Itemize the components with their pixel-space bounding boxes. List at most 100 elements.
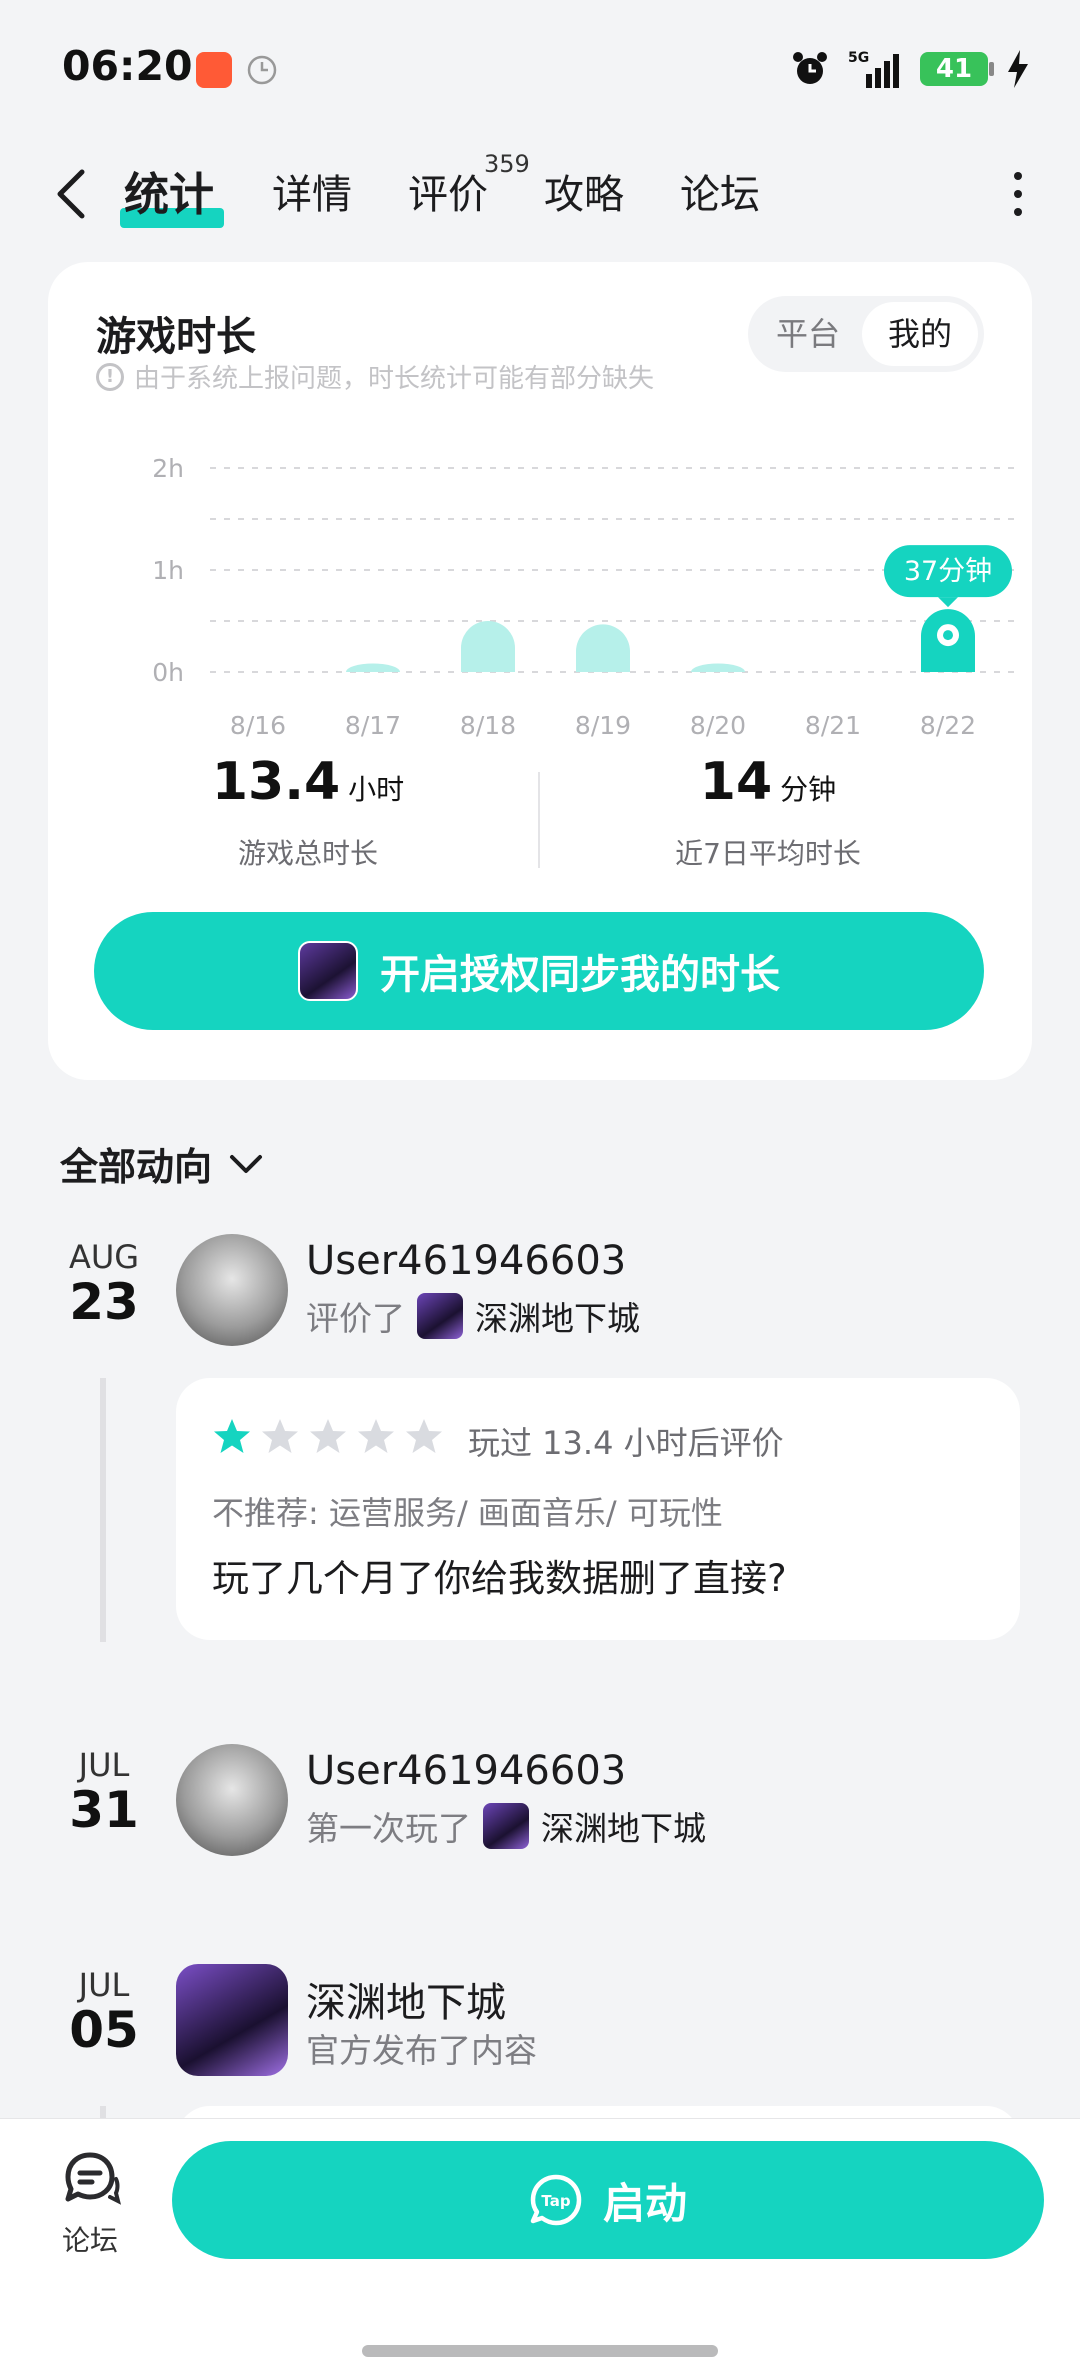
user-name[interactable]: User461946603	[306, 1748, 626, 1794]
tooltip-pointer	[938, 597, 958, 608]
feed-date: AUG 23	[52, 1238, 156, 1329]
x-tick-label: 8/17	[345, 711, 401, 740]
tab-guides[interactable]: 攻略	[544, 162, 624, 220]
game-avatar[interactable]	[176, 1964, 288, 2076]
tooltip-label: 37分钟	[904, 556, 992, 587]
action-text: 评价了	[306, 1299, 405, 1338]
tab-stats[interactable]: 统计	[124, 158, 214, 223]
y-tick-label: 1h	[152, 556, 184, 585]
game-name[interactable]: 深渊地下城	[475, 1292, 640, 1340]
home-indicator	[362, 2345, 718, 2357]
total-unit: 小时	[348, 773, 405, 806]
y-tick-label: 2h	[152, 454, 184, 483]
toggle-platform[interactable]: 平台	[754, 302, 862, 366]
star-icon	[406, 1419, 442, 1453]
average-playtime: 14 分钟 近7日平均时长	[548, 752, 988, 872]
feed-date: JUL 31	[52, 1746, 156, 1837]
average-value: 14	[699, 752, 773, 812]
total-playtime: 13.4 小时 游戏总时长	[88, 752, 528, 872]
sync-button-label: 开启授权同步我的时长	[380, 952, 780, 998]
top-navigation: 统计 详情 评价 359 攻略 论坛	[0, 140, 1080, 250]
svg-text:Tap: Tap	[541, 2192, 570, 2210]
card-title: 游戏时长	[96, 314, 256, 360]
average-label: 近7日平均时长	[675, 837, 861, 870]
charging-icon	[1008, 50, 1028, 88]
tab-forum[interactable]: 论坛	[680, 162, 760, 220]
x-tick-label: 8/20	[690, 711, 746, 740]
chevron-down-icon	[230, 1154, 263, 1173]
sync-playtime-button[interactable]: 开启授权同步我的时长	[94, 912, 984, 1030]
date-month: JUL	[78, 1746, 130, 1784]
total-label: 游戏总时长	[237, 837, 378, 870]
date-month: JUL	[78, 1966, 130, 2004]
date-day: 23	[69, 1273, 139, 1331]
x-tick-label: 8/16	[230, 711, 286, 740]
signal-5g-icon: 5G	[848, 50, 899, 88]
note-text: 由于系统上报问题，时长统计可能有部分缺失	[134, 364, 655, 394]
game-title[interactable]: 深渊地下城	[306, 1970, 506, 2028]
card-note: ! 由于系统上报问题，时长统计可能有部分缺失	[96, 358, 654, 395]
date-day: 31	[69, 1781, 139, 1839]
status-indicators: 5G 41	[790, 44, 1030, 94]
tab-reviews[interactable]: 评价	[408, 162, 488, 220]
timeline-line	[100, 1378, 106, 1642]
bar-marker-dot	[943, 630, 953, 641]
toggle-mine[interactable]: 我的	[862, 302, 978, 366]
feed-action: 评价了 深渊地下城	[306, 1292, 640, 1340]
feed-filter-dropdown[interactable]: 全部动向	[60, 1136, 264, 1191]
game-icon	[483, 1803, 529, 1849]
chart-bar	[346, 663, 400, 672]
action-text: 第一次玩了	[306, 1809, 471, 1848]
user-avatar[interactable]	[176, 1234, 288, 1346]
action-text: 官方发布了内容	[306, 2031, 537, 2070]
review-tags: 不推荐: 运营服务/ 画面音乐/ 可玩性	[212, 1494, 723, 1532]
alarm-icon	[793, 52, 827, 84]
x-tick-label: 8/19	[575, 711, 631, 740]
info-icon: !	[96, 362, 124, 391]
star-icon	[310, 1419, 346, 1453]
more-options-icon[interactable]	[1010, 170, 1026, 218]
feed-action: 官方发布了内容	[306, 2024, 537, 2072]
rating-stars	[212, 1416, 444, 1456]
clock-notification-icon	[247, 55, 277, 85]
tab-details[interactable]: 详情	[272, 162, 352, 220]
feed-date: JUL 05	[52, 1966, 156, 2057]
date-month: AUG	[68, 1238, 140, 1276]
star-icon	[358, 1419, 394, 1453]
x-tick-label: 8/18	[460, 711, 516, 740]
game-icon	[417, 1293, 463, 1339]
user-name[interactable]: User461946603	[306, 1238, 626, 1284]
taptap-logo-icon: Tap	[530, 2174, 582, 2226]
notification-app-icon	[196, 52, 232, 88]
game-icon	[298, 941, 358, 1001]
chart-bar	[461, 621, 515, 672]
launch-button[interactable]: Tap 启动	[172, 2141, 1044, 2259]
play-time-chart: 0h 1h 2h 8/16 8/17 8/18 8/19 8/20 8/21 8/22 37分钟	[152, 454, 1018, 740]
review-card[interactable]: 玩过 13.4 小时后评价 不推荐: 运营服务/ 画面音乐/ 可玩性 玩了几个月…	[176, 1378, 1020, 1640]
review-text: 玩了几个月了你给我数据删了直接?	[212, 1557, 787, 1600]
back-arrow-icon[interactable]	[48, 164, 98, 224]
stat-divider	[538, 772, 540, 868]
x-tick-label: 8/21	[805, 711, 861, 740]
status-time: 06:20	[62, 42, 193, 90]
battery-indicator: 41	[920, 52, 994, 86]
forum-label: 论坛	[62, 2224, 119, 2257]
status-bar: 06:20 5G 41	[0, 0, 1080, 130]
total-value: 13.4	[211, 752, 341, 812]
user-avatar[interactable]	[176, 1744, 288, 1856]
star-icon	[214, 1419, 250, 1453]
game-name[interactable]: 深渊地下城	[541, 1802, 706, 1850]
average-unit: 分钟	[780, 773, 837, 806]
feed-action: 第一次玩了 深渊地下城	[306, 1802, 706, 1850]
reviews-count-badge: 359	[484, 150, 530, 178]
x-tick-label: 8/22	[920, 711, 976, 740]
feed-filter-label: 全部动向	[60, 1145, 213, 1189]
star-icon	[262, 1419, 298, 1453]
forum-icon[interactable]	[60, 2149, 122, 2211]
review-meta: 玩过 13.4 小时后评价	[468, 1424, 784, 1462]
bottom-action-bar: 论坛 Tap 启动	[0, 2118, 1080, 2377]
launch-label: 启动	[602, 2178, 687, 2228]
chart-bar	[576, 624, 630, 672]
chart-bar	[691, 663, 745, 672]
y-tick-label: 0h	[152, 658, 184, 687]
